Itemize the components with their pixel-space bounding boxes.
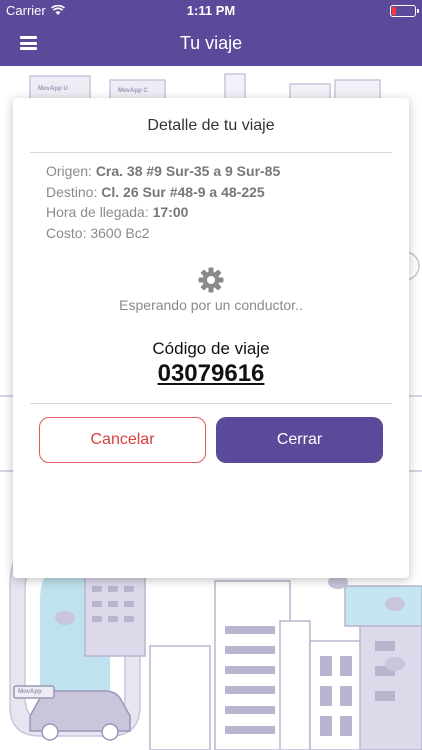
nav-bar: Tu viaje <box>0 22 422 66</box>
header-divider <box>30 152 392 153</box>
trip-detail-card: Detalle de tu viaje Origen: Cra. 38 #9 S… <box>13 98 409 578</box>
destination-row: Destino: Cl. 26 Sur #48-9 a 48-225 <box>46 182 280 203</box>
page-title: Tu viaje <box>179 33 243 53</box>
trip-code-value: 03079616 <box>157 360 265 387</box>
status-bar: Carrier 1:11 PM <box>0 0 422 22</box>
gear-icon <box>198 267 224 293</box>
arrival-label: Hora de llegada: <box>46 204 149 220</box>
arrival-row: Hora de llegada: 17:00 <box>46 202 280 223</box>
trip-details: Origen: Cra. 38 #9 Sur-35 a 9 Sur-85 Des… <box>46 161 280 243</box>
cost-value: 3600 Bc2 <box>90 224 150 241</box>
cost-label: Costo: <box>46 224 87 241</box>
arrival-value: 17:00 <box>152 204 189 220</box>
origin-label: Origen: <box>46 163 92 179</box>
status-time: 1:11 PM <box>186 3 236 18</box>
billboard-sign-2: MovApp C <box>118 88 148 94</box>
cost-row: Costo: 3600 Bc2 <box>46 223 280 244</box>
destination-value: Cl. 26 Sur #48-9 a 48-225 <box>101 183 265 200</box>
waiting-status-text: Esperando por un conductor.. <box>119 297 303 313</box>
close-button[interactable]: Cerrar <box>216 417 383 463</box>
battery-icon <box>390 5 419 17</box>
origin-value: Cra. 38 #9 Sur-35 a 9 Sur-85 <box>95 163 281 179</box>
origin-row: Origen: Cra. 38 #9 Sur-35 a 9 Sur-85 <box>46 161 280 182</box>
car-sign: MovApp <box>18 689 42 695</box>
footer-divider <box>30 403 392 404</box>
billboard-sign-1: MovApp U <box>38 86 68 92</box>
destination-label: Destino: <box>46 183 98 200</box>
trip-code-label: Código de viaje <box>152 339 270 358</box>
card-title: Detalle de tu viaje <box>147 117 275 134</box>
cancel-button[interactable]: Cancelar <box>39 417 206 463</box>
